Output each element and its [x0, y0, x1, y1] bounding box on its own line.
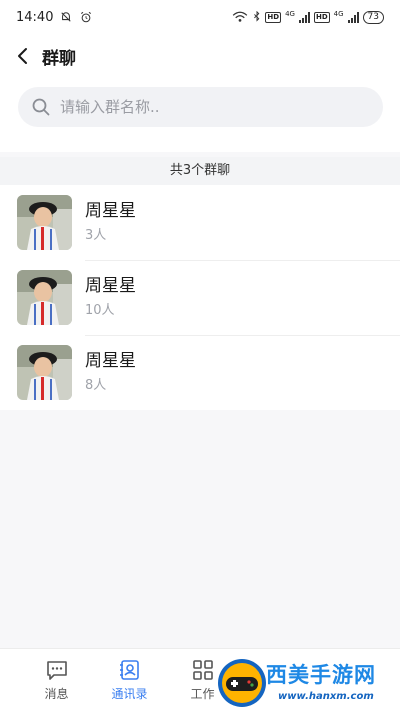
- group-list: 周星星 3人 周星星 10人 周星星 8人: [0, 185, 400, 410]
- battery-indicator: 73: [362, 10, 384, 24]
- signal-icon: [298, 11, 310, 23]
- signal-icon: [347, 11, 359, 23]
- nav-label: 通讯录: [111, 687, 148, 701]
- search-input[interactable]: [60, 98, 340, 116]
- hd-badge: HD: [265, 11, 282, 23]
- group-list-item[interactable]: 周星星 10人: [0, 260, 400, 335]
- group-avatar: [17, 345, 72, 400]
- alarm-icon: [81, 11, 92, 23]
- group-list-item[interactable]: 周星星 3人: [0, 185, 400, 260]
- gamepad-logo-icon: [218, 659, 266, 707]
- group-avatar: [17, 195, 72, 250]
- back-arrow-icon[interactable]: [14, 47, 32, 65]
- nav-item-contacts[interactable]: 通讯录: [93, 649, 166, 710]
- search-section: [0, 78, 400, 152]
- status-bar: 14:40 HD 4G HD 4G 73: [0, 0, 400, 34]
- group-avatar: [17, 270, 72, 325]
- group-name: 周星星: [85, 275, 136, 296]
- network-type: 4G: [285, 9, 295, 18]
- group-member-count: 3人: [85, 227, 107, 243]
- group-member-count: 10人: [85, 302, 115, 318]
- group-member-count: 8人: [85, 377, 107, 393]
- search-icon: [32, 98, 50, 116]
- header: 群聊: [0, 34, 400, 78]
- group-list-item[interactable]: 周星星 8人: [0, 335, 400, 410]
- group-name: 周星星: [85, 200, 136, 221]
- nav-item-messages[interactable]: 消息: [20, 649, 93, 710]
- search-bar[interactable]: [18, 87, 383, 127]
- hd-badge: HD: [313, 11, 330, 23]
- watermark-url: www.hanxm.com: [278, 691, 374, 702]
- grid-icon: [192, 660, 213, 680]
- contacts-icon: [119, 660, 139, 680]
- wifi-icon: [233, 11, 248, 22]
- message-icon: [46, 661, 67, 680]
- status-time: 14:40: [16, 9, 54, 25]
- group-count-summary: 共3个群聊: [0, 157, 400, 185]
- bell-muted-icon: [61, 12, 72, 22]
- nav-label: 消息: [44, 687, 69, 701]
- page-title: 群聊: [42, 48, 76, 69]
- nav-label: 工作: [190, 687, 215, 701]
- network-type: 4G: [333, 9, 344, 18]
- bluetooth-icon: [254, 11, 260, 22]
- watermark-text: 西美手游网: [266, 663, 376, 687]
- watermark: 西美手游网 www.hanxm.com: [214, 655, 400, 710]
- group-name: 周星星: [85, 350, 136, 371]
